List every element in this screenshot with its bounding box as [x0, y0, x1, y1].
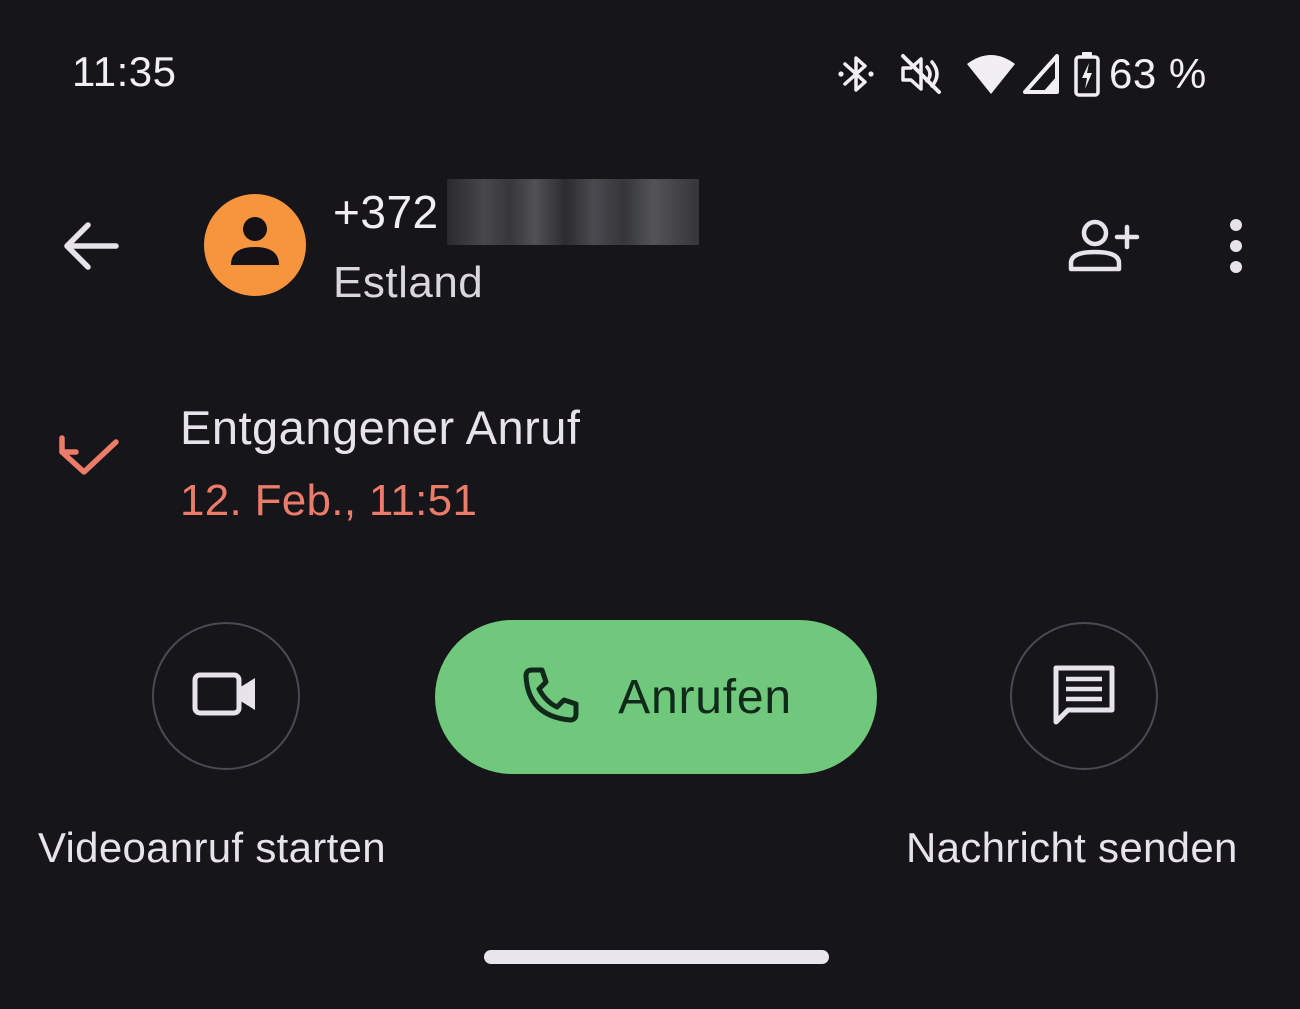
signal-icon	[1021, 52, 1061, 96]
bluetooth-icon	[835, 50, 879, 98]
phone-number: +372	[333, 176, 699, 248]
call-button-label: Anrufen	[618, 670, 792, 724]
call-button[interactable]: Anrufen	[435, 620, 877, 774]
send-message-label[interactable]: Nachricht senden	[906, 824, 1238, 872]
back-button[interactable]	[52, 210, 128, 286]
phone-number-prefix: +372	[333, 186, 439, 238]
videocam-icon	[191, 670, 261, 723]
battery-charging-icon	[1073, 51, 1101, 97]
avatar	[204, 194, 306, 296]
wifi-icon	[965, 52, 1017, 96]
message-icon	[1050, 662, 1118, 731]
missed-call-icon	[56, 432, 122, 482]
redacted-number	[446, 179, 699, 245]
more-vertical-icon	[1226, 217, 1246, 280]
phone-icon	[520, 664, 582, 731]
add-contact-button[interactable]	[1058, 208, 1148, 288]
mute-icon	[897, 50, 945, 98]
home-indicator[interactable]	[484, 950, 829, 964]
send-message-button[interactable]	[1010, 622, 1158, 770]
person-add-icon	[1065, 217, 1141, 280]
country-label: Estland	[333, 258, 484, 307]
status-time: 11:35	[72, 48, 177, 95]
battery-percent: 63 %	[1109, 50, 1207, 97]
status-icons: 63 %	[835, 48, 1207, 100]
call-type-label: Entgangener Anruf	[180, 401, 581, 454]
more-options-button[interactable]	[1206, 208, 1266, 288]
call-timestamp: 12. Feb., 11:51	[180, 476, 478, 525]
person-icon	[223, 211, 287, 280]
video-call-button[interactable]	[152, 622, 300, 770]
arrow-left-icon	[60, 220, 120, 277]
video-call-label[interactable]: Videoanruf starten	[38, 824, 386, 872]
